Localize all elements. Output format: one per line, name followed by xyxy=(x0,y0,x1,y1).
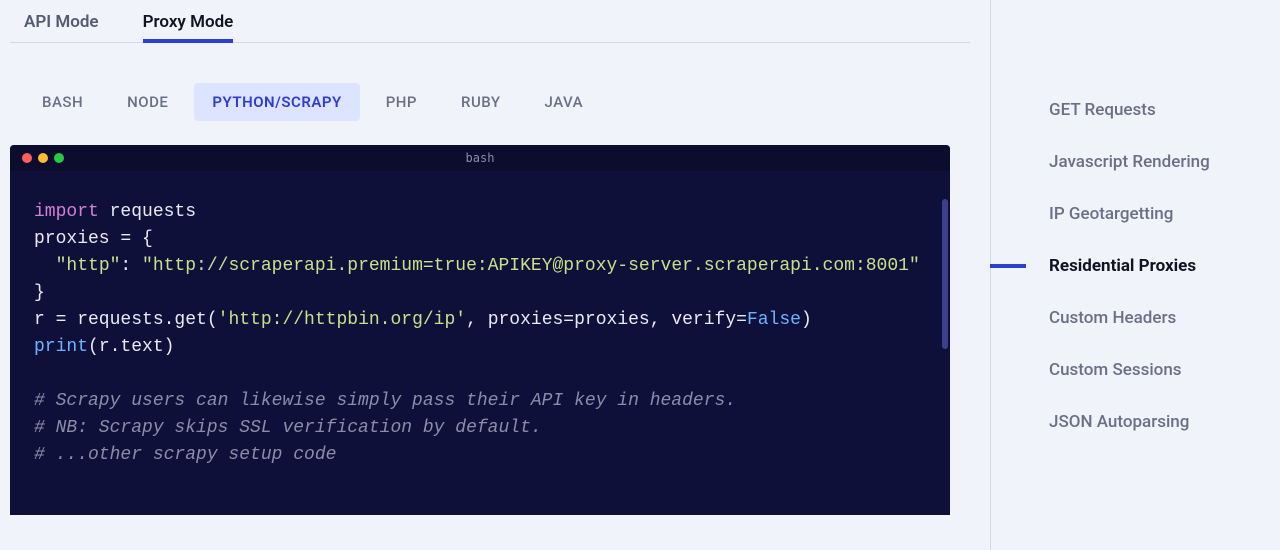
sidebar-item-residential-proxies[interactable]: Residential Proxies xyxy=(991,240,1280,292)
code-text: : xyxy=(120,256,142,276)
lang-tab-python[interactable]: PYTHON/SCRAPY xyxy=(194,83,359,121)
sidebar-item-ip-geotargetting[interactable]: IP Geotargetting xyxy=(991,188,1280,240)
code-string: "http://scraperapi.premium=true:APIKEY@p… xyxy=(142,256,920,276)
lang-tab-java[interactable]: JAVA xyxy=(527,83,602,121)
terminal-titlebar: bash xyxy=(10,145,950,171)
sidebar-item-custom-headers[interactable]: Custom Headers xyxy=(991,292,1280,344)
lang-tab-ruby[interactable]: RUBY xyxy=(443,83,519,121)
tab-proxy-mode[interactable]: Proxy Mode xyxy=(143,8,234,42)
sidebar-item-javascript-rendering[interactable]: Javascript Rendering xyxy=(991,136,1280,188)
code-text: proxies = { xyxy=(34,229,153,249)
lang-tab-php[interactable]: PHP xyxy=(368,83,435,121)
tab-api-mode[interactable]: API Mode xyxy=(24,8,99,42)
terminal-title: bash xyxy=(10,151,950,165)
sidebar-item-get-requests[interactable]: GET Requests xyxy=(991,84,1280,136)
code-string: "http" xyxy=(34,256,120,276)
language-tab-bar: BASH NODE PYTHON/SCRAPY PHP RUBY JAVA xyxy=(10,43,970,145)
code-terminal: bash import requests proxies = { "http":… xyxy=(10,145,950,515)
code-string: 'http://httpbin.org/ip' xyxy=(218,310,466,330)
code-text: } xyxy=(34,283,45,303)
code-comment: # NB: Scrapy skips SSL verification by d… xyxy=(34,418,542,438)
code-text: requests xyxy=(99,202,196,222)
lang-tab-bash[interactable]: BASH xyxy=(24,83,101,121)
sidebar-item-json-autoparsing[interactable]: JSON Autoparsing xyxy=(991,396,1280,448)
code-comment: # ...other scrapy setup code xyxy=(34,445,336,465)
code-text: r = requests.get( xyxy=(34,310,218,330)
code-text: (r.text) xyxy=(88,337,174,357)
code-keyword: import xyxy=(34,202,99,222)
code-function: print xyxy=(34,337,88,357)
mode-tab-bar: API Mode Proxy Mode xyxy=(10,0,970,43)
code-boolean: False xyxy=(747,310,801,330)
code-comment: # Scrapy users can likewise simply pass … xyxy=(34,391,736,411)
code-block: import requests proxies = { "http": "htt… xyxy=(10,171,950,479)
terminal-scrollbar[interactable] xyxy=(942,199,948,349)
lang-tab-node[interactable]: NODE xyxy=(109,83,186,121)
sidebar-nav: GET Requests Javascript Rendering IP Geo… xyxy=(990,0,1280,550)
code-text: ) xyxy=(801,310,812,330)
sidebar-item-custom-sessions[interactable]: Custom Sessions xyxy=(991,344,1280,396)
code-text: , proxies=proxies, verify= xyxy=(466,310,747,330)
